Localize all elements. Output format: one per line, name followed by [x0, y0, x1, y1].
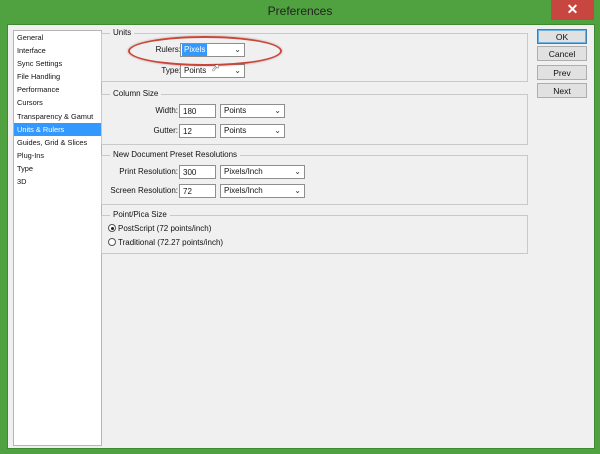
point-pica-legend: Point/Pica Size	[110, 210, 170, 219]
width-label: Width:	[155, 106, 178, 115]
prev-button[interactable]: Prev	[537, 65, 587, 80]
width-unit-select[interactable]: Points ⌄	[220, 104, 285, 118]
print-resolution-input[interactable]: 300	[179, 165, 216, 179]
close-icon: ✕	[566, 1, 579, 17]
sidebar-item-units-rulers[interactable]: Units & Rulers	[14, 122, 101, 136]
sidebar-item-file-handling[interactable]: File Handling	[14, 70, 101, 83]
gutter-unit-value: Points	[224, 126, 247, 135]
type-label: Type:	[161, 66, 181, 75]
chevron-down-icon: ⌄	[234, 66, 241, 75]
preferences-sidebar: General Interface Sync Settings File Han…	[13, 30, 102, 446]
gutter-input[interactable]: 12	[179, 124, 216, 138]
print-resolution-unit-value: Pixels/Inch	[224, 167, 263, 176]
sidebar-item-type[interactable]: Type	[14, 162, 101, 175]
chevron-down-icon: ⌄	[294, 167, 301, 176]
title-bar[interactable]: Preferences ✕	[0, 0, 600, 24]
gutter-label: Gutter:	[153, 126, 178, 135]
sidebar-item-performance[interactable]: Performance	[14, 83, 101, 96]
chevron-down-icon: ⌄	[274, 126, 281, 135]
column-size-legend: Column Size	[110, 89, 162, 98]
sidebar-item-plug-ins[interactable]: Plug-Ins	[14, 149, 101, 162]
traditional-radio[interactable]	[108, 238, 116, 246]
ok-button[interactable]: OK	[537, 29, 587, 44]
next-button[interactable]: Next	[537, 83, 587, 98]
screen-resolution-unit-value: Pixels/Inch	[224, 186, 263, 195]
postscript-label: PostScript (72 points/inch)	[118, 224, 212, 233]
close-button[interactable]: ✕	[551, 0, 594, 20]
units-legend: Units	[110, 28, 135, 37]
sidebar-item-sync-settings[interactable]: Sync Settings	[14, 57, 101, 70]
cancel-button[interactable]: Cancel	[537, 46, 587, 61]
dialog-body: General Interface Sync Settings File Han…	[7, 24, 595, 449]
print-resolution-unit-select[interactable]: Pixels/Inch ⌄	[220, 165, 305, 179]
annotation-ellipse	[128, 36, 282, 66]
width-unit-value: Points	[224, 106, 247, 115]
print-resolution-label: Print Resolution:	[119, 167, 178, 176]
mouse-cursor-icon: ➚	[211, 62, 221, 74]
gutter-unit-select[interactable]: Points ⌄	[220, 124, 285, 138]
preset-resolutions-group: New Document Preset Resolutions Print Re…	[101, 150, 528, 205]
units-group: Units Rulers: Pixels ⌄ Type: Points ⌄ ➚	[101, 28, 528, 82]
postscript-radio[interactable]	[108, 224, 116, 232]
column-size-group: Column Size Width: 180 Points ⌄ Gutter: …	[101, 89, 528, 145]
point-pica-group: Point/Pica Size PostScript (72 points/in…	[101, 210, 528, 254]
sidebar-item-cursors[interactable]: Cursors	[14, 96, 101, 109]
screen-resolution-label: Screen Resolution:	[110, 186, 178, 195]
screen-resolution-unit-select[interactable]: Pixels/Inch ⌄	[220, 184, 305, 198]
chevron-down-icon: ⌄	[294, 186, 301, 195]
sidebar-item-interface[interactable]: Interface	[14, 44, 101, 57]
screen-resolution-input[interactable]: 72	[179, 184, 216, 198]
sidebar-item-3d[interactable]: 3D	[14, 175, 101, 188]
preset-resolutions-legend: New Document Preset Resolutions	[110, 150, 241, 159]
window-title: Preferences	[267, 4, 333, 18]
traditional-label: Traditional (72.27 points/inch)	[118, 238, 224, 247]
traditional-radio-row[interactable]: Traditional (72.27 points/inch)	[108, 238, 223, 247]
chevron-down-icon: ⌄	[274, 106, 281, 115]
width-input[interactable]: 180	[179, 104, 216, 118]
preferences-window: Preferences ✕ General Interface Sync Set…	[0, 0, 600, 454]
postscript-radio-row[interactable]: PostScript (72 points/inch)	[108, 224, 211, 233]
sidebar-item-guides-grid-slices[interactable]: Guides, Grid & Slices	[14, 136, 101, 149]
type-value: Points	[184, 66, 207, 75]
sidebar-item-general[interactable]: General	[14, 31, 101, 44]
sidebar-item-transparency-gamut[interactable]: Transparency & Gamut	[14, 110, 101, 123]
